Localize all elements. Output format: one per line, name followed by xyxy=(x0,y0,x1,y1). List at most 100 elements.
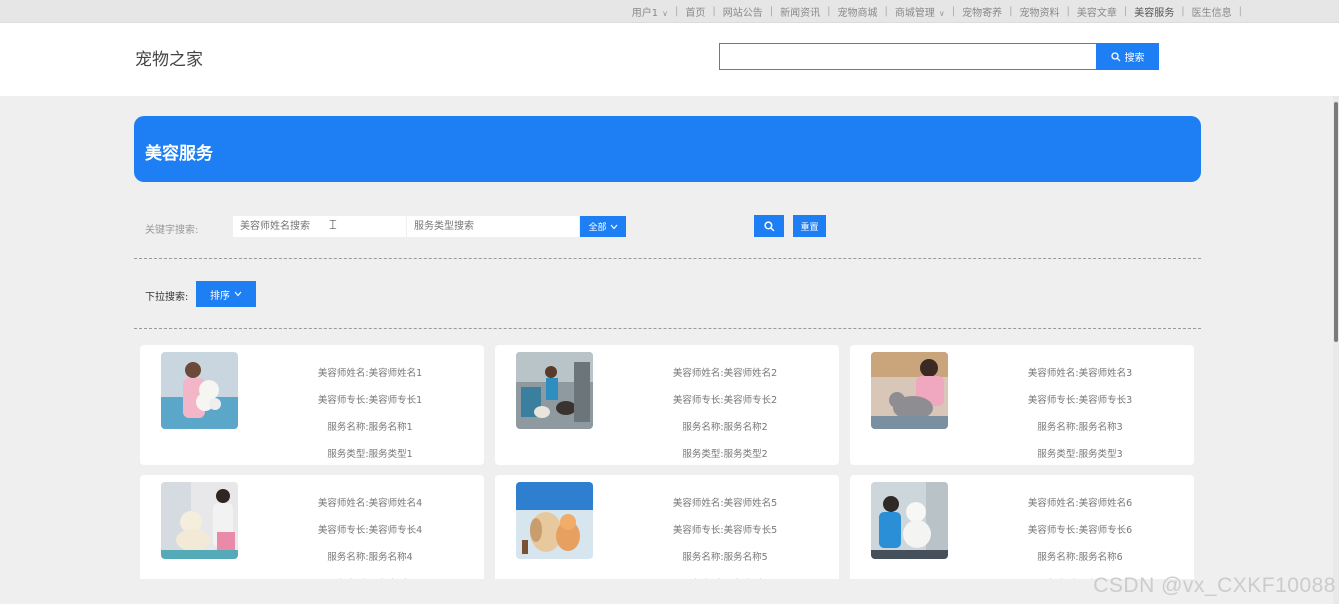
chevron-down-icon xyxy=(610,224,617,229)
service-info: 美容师姓名:美容师姓名1 美容师专长:美容师专长1 服务名称:服务名称1 服务类型:服… xyxy=(270,360,470,468)
service-name: 服务名称:服务名称4 xyxy=(327,552,413,563)
nav-separator: | xyxy=(1238,6,1242,17)
nav-separator: | xyxy=(884,6,888,17)
reset-button[interactable]: 重置 xyxy=(793,215,826,237)
service-name: 服务名称:服务名称2 xyxy=(682,422,768,433)
category-select-value: 全部 xyxy=(588,223,607,233)
search-icon xyxy=(763,220,774,231)
service-photo xyxy=(161,352,238,429)
beautician-specialty: 美容师专长:美容师专长5 xyxy=(672,525,778,536)
service-type: 服务类型:服务类型1 xyxy=(327,449,413,460)
beautician-name: 美容师姓名:美容师姓名4 xyxy=(317,498,423,509)
nav-item-label: 商城管理 xyxy=(894,8,935,19)
service-info: 美容师姓名:美容师姓名4 美容师专长:美容师专长4 服务名称:服务名称4 服务类型:服… xyxy=(270,490,470,579)
service-info: 美容师姓名:美容师姓名5 美容师专长:美容师专长5 服务名称:服务名称5 服务类型:服… xyxy=(625,490,825,579)
nav-separator: | xyxy=(951,6,956,17)
service-info: 美容师姓名:美容师姓名6美容师专长:美容师专长6服务名称:服务名称6服务类型:服… xyxy=(980,490,1180,579)
service-photo xyxy=(516,482,593,559)
search-icon xyxy=(1110,51,1120,61)
service-name: 服务名称:服务名称5 xyxy=(682,552,768,563)
service-card[interactable]: 美容师姓名:美容师姓名4 美容师专长:美容师专长4 服务名称:服务名称4 服务类型:服… xyxy=(140,475,484,579)
chevron-down-icon xyxy=(234,291,242,297)
service-photo xyxy=(161,482,238,559)
sort-button-label: 排序 xyxy=(210,290,230,302)
nav-item[interactable]: 医生信息 xyxy=(1192,4,1232,19)
chevron-down-icon: ∨ xyxy=(938,9,945,18)
service-card[interactable]: 美容师姓名:美容师姓名3 美容师专长:美容师专长3 服务名称:服务名称3 服务类型:服… xyxy=(850,345,1194,465)
divider xyxy=(134,258,1201,259)
category-select[interactable]: 全部 xyxy=(580,216,626,237)
nav-separator: | xyxy=(712,6,716,17)
nav-item[interactable]: 网站公告 xyxy=(723,4,763,19)
service-photo xyxy=(871,482,948,559)
nav-item-label: 美容服务 xyxy=(1134,8,1175,19)
site-header: 宠物之家 搜索 xyxy=(0,23,1339,96)
service-card[interactable]: 美容师姓名:美容师姓名1 美容师专长:美容师专长1 服务名称:服务名称1 服务类型:服… xyxy=(140,345,484,465)
watermark: CSDN @vx_CXKF10088 xyxy=(1093,574,1336,597)
chevron-down-icon: ∨ xyxy=(662,9,669,18)
scrollbar-thumb[interactable] xyxy=(1334,102,1338,342)
service-card[interactable]: 美容师姓名:美容师姓名5 美容师专长:美容师专长5 服务名称:服务名称5 服务类型:服… xyxy=(495,475,839,579)
nav-item-label: 用户1 xyxy=(631,8,659,19)
nav-item-label: 宠物商城 xyxy=(837,8,878,19)
beautician-specialty: 美容师专长:美容师专长2 xyxy=(672,395,778,406)
service-card[interactable]: 美容师姓名:美容师姓名2 美容师专长:美容师专长2 服务名称:服务名称2 服务类型:服… xyxy=(495,345,839,465)
nav-item[interactable]: 用户1 ∨ xyxy=(632,4,668,19)
beautician-name: 美容师姓名:美容师姓名6 xyxy=(1027,498,1133,509)
divider xyxy=(134,328,1201,329)
nav-item[interactable]: 商城管理 ∨ xyxy=(895,4,945,19)
filter-search-button[interactable] xyxy=(754,215,784,237)
nav-item-label: 宠物寄养 xyxy=(962,8,1003,19)
dropdown-search-label: 下拉搜索: xyxy=(145,292,189,303)
service-type: 服务类型:服务类型2 xyxy=(682,449,768,460)
service-info: 美容师姓名:美容师姓名3 美容师专长:美容师专长3 服务名称:服务名称3 服务类型:服… xyxy=(980,360,1180,468)
nav-item[interactable]: 宠物寄养 xyxy=(962,4,1002,19)
nav-separator: | xyxy=(827,6,831,17)
service-type: 服务类型:服务类型4 xyxy=(270,571,470,579)
nav-separator: | xyxy=(1009,6,1013,17)
nav-item-label: 首页 xyxy=(685,8,706,19)
nav-separator: | xyxy=(769,6,774,17)
nav-separator: | xyxy=(675,6,679,17)
search-button-label: 搜索 xyxy=(1124,53,1145,64)
service-type: 服务类型:服务类型3 xyxy=(1037,449,1123,460)
section-banner: 美容服务 xyxy=(134,116,1201,182)
service-info: 美容师姓名:美容师姓名2 美容师专长:美容师专长2 服务名称:服务名称2 服务类型:服… xyxy=(625,360,825,468)
service-name: 服务名称:服务名称1 xyxy=(327,422,413,433)
beautician-name: 美容师姓名:美容师姓名3 xyxy=(1027,368,1133,379)
nav-item[interactable]: 新闻资讯 xyxy=(780,4,820,19)
service-type: 服务类型:服务类型5 xyxy=(625,571,825,579)
service-name: 服务名称:服务名称3 xyxy=(1037,422,1123,433)
service-photo xyxy=(516,352,593,429)
nav-separator: | xyxy=(1181,6,1185,17)
beautician-specialty: 美容师专长:美容师专长6 xyxy=(1027,525,1133,536)
site-search-button[interactable]: 搜索 xyxy=(1096,43,1159,70)
beautician-name: 美容师姓名:美容师姓名1 xyxy=(317,368,423,379)
beautician-specialty: 美容师专长:美容师专长3 xyxy=(1027,395,1133,406)
nav-item[interactable]: 首页 xyxy=(685,4,705,19)
top-nav: 用户1 ∨ | 首页 | 网站公告 | 新闻资讯 | 宠物商城 | 商城管理 ∨ | 宠物寄养 | 宠物资料 | 美… xyxy=(632,0,1249,25)
page-title: 美容服务 xyxy=(145,144,213,164)
site-logo: 宠物之家 xyxy=(135,50,203,70)
keyword-search-label: 关键字搜索: xyxy=(145,225,199,236)
sort-dropdown-button[interactable]: 排序 xyxy=(196,281,256,307)
service-name: 服务名称:服务名称6 xyxy=(1037,552,1123,563)
service-photo xyxy=(871,352,948,429)
nav-item[interactable]: 美容服务 xyxy=(1131,4,1178,25)
beautician-name-search-input[interactable] xyxy=(233,216,406,237)
nav-item[interactable]: 宠物商城 xyxy=(838,4,878,19)
service-type-search-input[interactable] xyxy=(407,216,579,237)
nav-item-label: 新闻资讯 xyxy=(780,8,821,19)
service-card[interactable]: 美容师姓名:美容师姓名6美容师专长:美容师专长6服务名称:服务名称6服务类型:服… xyxy=(850,475,1194,579)
beautician-specialty: 美容师专长:美容师专长4 xyxy=(317,525,423,536)
nav-item[interactable]: 美容文章 xyxy=(1077,4,1117,19)
beautician-name: 美容师姓名:美容师姓名5 xyxy=(672,498,778,509)
beautician-specialty: 美容师专长:美容师专长1 xyxy=(317,395,423,406)
site-search-input[interactable] xyxy=(719,43,1097,70)
top-nav-bar: 用户1 ∨ | 首页 | 网站公告 | 新闻资讯 | 宠物商城 | 商城管理 ∨ | 宠物寄养 | 宠物资料 | 美… xyxy=(0,0,1339,25)
nav-item-label: 美容文章 xyxy=(1076,8,1117,19)
nav-separator: | xyxy=(1123,6,1128,17)
nav-separator: | xyxy=(1066,6,1070,17)
nav-item[interactable]: 宠物资料 xyxy=(1020,4,1060,19)
page-scrollbar[interactable] xyxy=(1333,96,1339,604)
